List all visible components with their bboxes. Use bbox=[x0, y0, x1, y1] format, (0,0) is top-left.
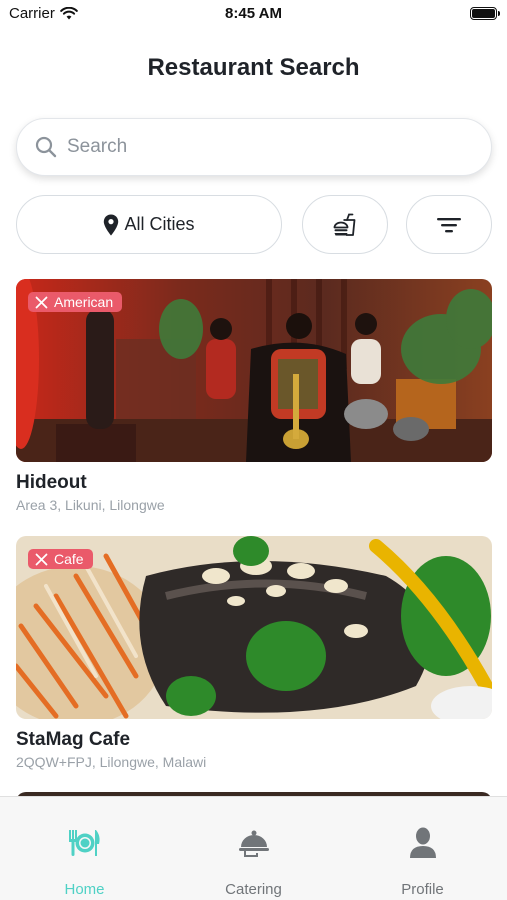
status-bar: Carrier 8:45 AM bbox=[0, 0, 507, 30]
restaurant-search-screen: Carrier 8:45 AM Restaurant Search All Ci… bbox=[0, 0, 507, 900]
restaurant-card[interactable]: American Hideout Area 3, Likuni, Lilongw… bbox=[16, 279, 492, 513]
city-filter-button[interactable]: All Cities bbox=[16, 195, 282, 254]
city-filter-label: All Cities bbox=[124, 214, 195, 234]
fork-knife-icon bbox=[35, 296, 48, 308]
tab-catering[interactable]: Catering bbox=[169, 797, 338, 900]
cuisine-badge: American bbox=[28, 292, 123, 312]
cloche-icon bbox=[238, 830, 269, 857]
cuisine-filter-button[interactable] bbox=[302, 195, 388, 254]
restaurant-address: Area 3, Likuni, Lilongwe bbox=[16, 497, 165, 513]
cuisine-badge-label: American bbox=[54, 294, 114, 310]
tab-home[interactable]: Home bbox=[0, 797, 169, 900]
restaurant-card[interactable]: Cafe StaMag Cafe 2QQW+FPJ, Lilongwe, Mal… bbox=[16, 536, 492, 770]
search-icon bbox=[35, 136, 57, 158]
search-input[interactable] bbox=[67, 136, 447, 158]
search-bar[interactable] bbox=[16, 118, 492, 176]
fork-knife-icon bbox=[35, 553, 48, 565]
filter-lines-icon bbox=[437, 217, 461, 232]
tab-profile-label: Profile bbox=[401, 881, 444, 898]
map-pin-icon bbox=[104, 214, 119, 235]
plate-cutlery-icon bbox=[68, 830, 100, 856]
burger-drink-icon bbox=[333, 213, 356, 236]
tab-home-label: Home bbox=[64, 881, 105, 898]
restaurant-name[interactable]: Hideout bbox=[16, 472, 492, 494]
sort-filter-button[interactable] bbox=[406, 195, 492, 254]
restaurant-photo[interactable]: American bbox=[16, 279, 492, 462]
restaurant-photo[interactable]: Cafe bbox=[16, 536, 492, 719]
cuisine-badge-label: Cafe bbox=[54, 551, 84, 567]
tab-catering-label: Catering bbox=[225, 881, 282, 898]
page-title: Restaurant Search bbox=[147, 54, 360, 81]
restaurant-name[interactable]: StaMag Cafe bbox=[16, 729, 492, 751]
battery-icon bbox=[470, 7, 500, 20]
tab-bar: Home Catering Profile bbox=[0, 796, 507, 900]
person-icon bbox=[409, 827, 436, 858]
status-time: 8:45 AM bbox=[225, 5, 282, 22]
cuisine-badge: Cafe bbox=[28, 549, 93, 569]
tab-profile[interactable]: Profile bbox=[338, 797, 507, 900]
restaurant-address: 2QQW+FPJ, Lilongwe, Malawi bbox=[16, 754, 207, 770]
